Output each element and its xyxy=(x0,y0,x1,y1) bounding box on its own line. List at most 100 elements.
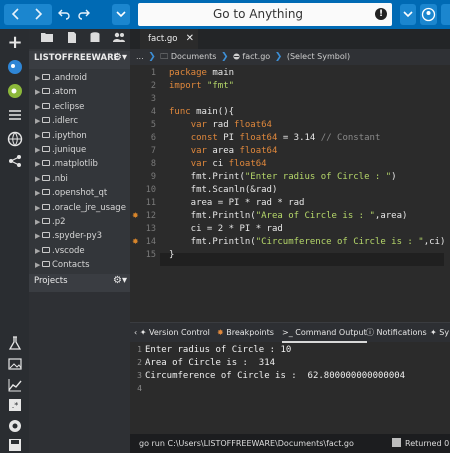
info-icon[interactable]: ! xyxy=(375,8,387,20)
tab-notifications[interactable]: ⓘ Notifications xyxy=(366,323,427,343)
tree-item[interactable]: ▶ .openshot_qt xyxy=(35,186,130,201)
users-tab-icon[interactable] xyxy=(111,31,127,47)
code-area[interactable]: package main import "fmt" func main(){ v… xyxy=(169,67,449,322)
chevron-right-icon[interactable]: ▶ xyxy=(35,129,42,144)
line-number-gutter[interactable]: 1 2 3 4 5 6 7 8 9 10 11 12 ✸ 13 14 ✸ 15 xyxy=(130,67,160,322)
list-icon[interactable] xyxy=(5,105,25,125)
tab-command-output[interactable]: >_ Command Output xyxy=(282,323,367,343)
record-icon[interactable] xyxy=(5,416,25,436)
gear-icon[interactable]: ⚙▾ xyxy=(113,275,127,286)
breakpoint-icon[interactable]: ✸ xyxy=(132,238,140,246)
vertical-scrollbar[interactable] xyxy=(444,67,450,322)
menu-button[interactable] xyxy=(112,4,130,25)
file-tab-icon[interactable] xyxy=(64,31,80,47)
go-to-anything-input[interactable]: Go to Anything ! xyxy=(138,3,392,26)
database-tab-icon[interactable] xyxy=(87,31,103,47)
tree-item-label: Contacts xyxy=(52,260,90,271)
output-line-number: 2 xyxy=(137,358,142,367)
tree-item[interactable]: ▶ .matplotlib xyxy=(35,157,130,172)
tree-item[interactable]: ▶ .p2 xyxy=(35,215,130,230)
image-icon[interactable] xyxy=(5,354,25,374)
tree-item[interactable]: ▶ Contacts xyxy=(35,258,130,273)
tree-item-label: .junique xyxy=(52,145,87,155)
tree-item[interactable]: ▶ .junique xyxy=(35,143,130,158)
forward-button[interactable] xyxy=(28,4,48,25)
tree-item[interactable]: ▶ .nbi xyxy=(35,172,130,187)
output-line: Enter radius of Circle : 10 xyxy=(145,345,292,355)
tab-breakpoints[interactable]: ✸ Breakpoints xyxy=(217,323,274,343)
chevron-right-icon[interactable]: ▶ xyxy=(35,143,42,158)
breadcrumb-folder[interactable]: Documents xyxy=(171,52,217,61)
code-line-8: var ci float64 xyxy=(190,159,267,169)
tree-item-label: .oracle_jre_usage xyxy=(52,202,126,213)
more-toolbar-button[interactable] xyxy=(441,4,450,25)
gear-icon[interactable]: ⚙▾ xyxy=(113,52,127,63)
globe-icon[interactable] xyxy=(5,129,25,149)
redo-icon xyxy=(78,9,90,20)
chevron-right-icon: ❯ xyxy=(148,52,156,62)
back-button[interactable] xyxy=(6,4,26,25)
left-rail: + .* xyxy=(0,29,29,453)
tab-version-control[interactable]: ‹ ✦ Version Control xyxy=(134,323,210,343)
tree-item[interactable]: ▶ .ipython xyxy=(35,129,130,144)
chevron-right-icon[interactable]: ▶ xyxy=(35,100,42,115)
tree-item[interactable]: ▶ .spyder-py3 xyxy=(35,229,130,244)
folder-icon xyxy=(42,261,50,268)
tree-item[interactable]: ▶ .vscode xyxy=(35,244,130,259)
chevron-right-icon[interactable]: ▶ xyxy=(35,215,42,230)
close-icon[interactable]: ✕ xyxy=(186,29,194,49)
tree-item[interactable]: ▶ .idlerc xyxy=(35,114,130,129)
tab-fact-go[interactable]: fact.go ✕ xyxy=(140,29,198,49)
search-dropdown-button[interactable] xyxy=(400,4,416,25)
folder-icon xyxy=(42,117,50,124)
share-icon[interactable] xyxy=(5,151,25,171)
line-number: 3 xyxy=(150,94,156,104)
projects-label: Projects xyxy=(34,276,68,286)
code-line-14: fmt.Println("Circumference of Circle is … xyxy=(169,237,446,247)
undo-button[interactable] xyxy=(55,4,73,25)
gear-icon: ✦ xyxy=(430,328,437,337)
breadcrumb-file[interactable]: fact.go xyxy=(242,52,270,61)
save-icon[interactable] xyxy=(5,435,25,453)
tab-syntax[interactable]: ✦ Sy xyxy=(430,323,449,343)
chevron-right-icon[interactable]: ▶ xyxy=(35,201,42,216)
chevron-right-icon[interactable]: ▶ xyxy=(35,114,42,129)
redo-button[interactable] xyxy=(75,4,93,25)
flask-icon[interactable] xyxy=(5,333,25,353)
tree-item[interactable]: ▶ .android xyxy=(35,71,130,86)
code-line-9: fmt.Print("Enter radius of Circle : ") xyxy=(169,172,397,182)
breadcrumb-symbol[interactable]: (Select Symbol) xyxy=(287,52,350,61)
chevron-right-icon: ❯ xyxy=(221,52,229,62)
places-icon[interactable] xyxy=(5,57,25,77)
folder-tab-icon[interactable] xyxy=(39,31,55,47)
tree-item[interactable]: ▶ .eclipse xyxy=(35,100,130,115)
chevron-right-icon[interactable]: ▶ xyxy=(35,71,42,86)
chevron-right-icon[interactable]: ▶ xyxy=(35,85,42,100)
breakpoint-icon[interactable]: ✸ xyxy=(132,212,140,220)
chevron-right-icon[interactable]: ▶ xyxy=(35,157,42,172)
tree-item[interactable]: ▶ .oracle_jre_usage xyxy=(35,201,130,216)
code-line-10: fmt.Scanln(&rad) xyxy=(169,185,278,195)
chart-icon[interactable] xyxy=(5,375,25,395)
chevron-right-icon[interactable]: ▶ xyxy=(35,229,42,244)
tree-item-label: .vscode xyxy=(52,245,85,256)
folder-icon xyxy=(42,88,50,95)
chevron-right-icon[interactable]: ▶ xyxy=(35,258,42,273)
new-file-plus-icon[interactable]: + xyxy=(5,33,25,53)
line-number: 4 xyxy=(150,107,156,117)
line-number: 8 xyxy=(150,159,156,169)
chevron-right-icon[interactable]: ▶ xyxy=(35,244,42,259)
folder-icon: 🗀 xyxy=(160,52,169,61)
regex-icon[interactable]: .* xyxy=(5,395,25,415)
debug-icon[interactable] xyxy=(5,81,25,101)
places-header: LISTOFFREEWARE ⚙▾ xyxy=(29,51,130,69)
breadcrumb-ellipsis[interactable]: ... xyxy=(136,52,144,61)
chevron-right-icon[interactable]: ▶ xyxy=(35,186,42,201)
account-button[interactable] xyxy=(420,4,437,25)
chevron-right-icon[interactable]: ▶ xyxy=(35,172,42,187)
line-number: 6 xyxy=(150,133,156,143)
tab-label: Notifications xyxy=(376,328,427,337)
folder-icon xyxy=(42,189,50,196)
tree-item[interactable]: ▶ .atom xyxy=(35,85,130,100)
tree-item-label: .p2 xyxy=(52,217,66,227)
